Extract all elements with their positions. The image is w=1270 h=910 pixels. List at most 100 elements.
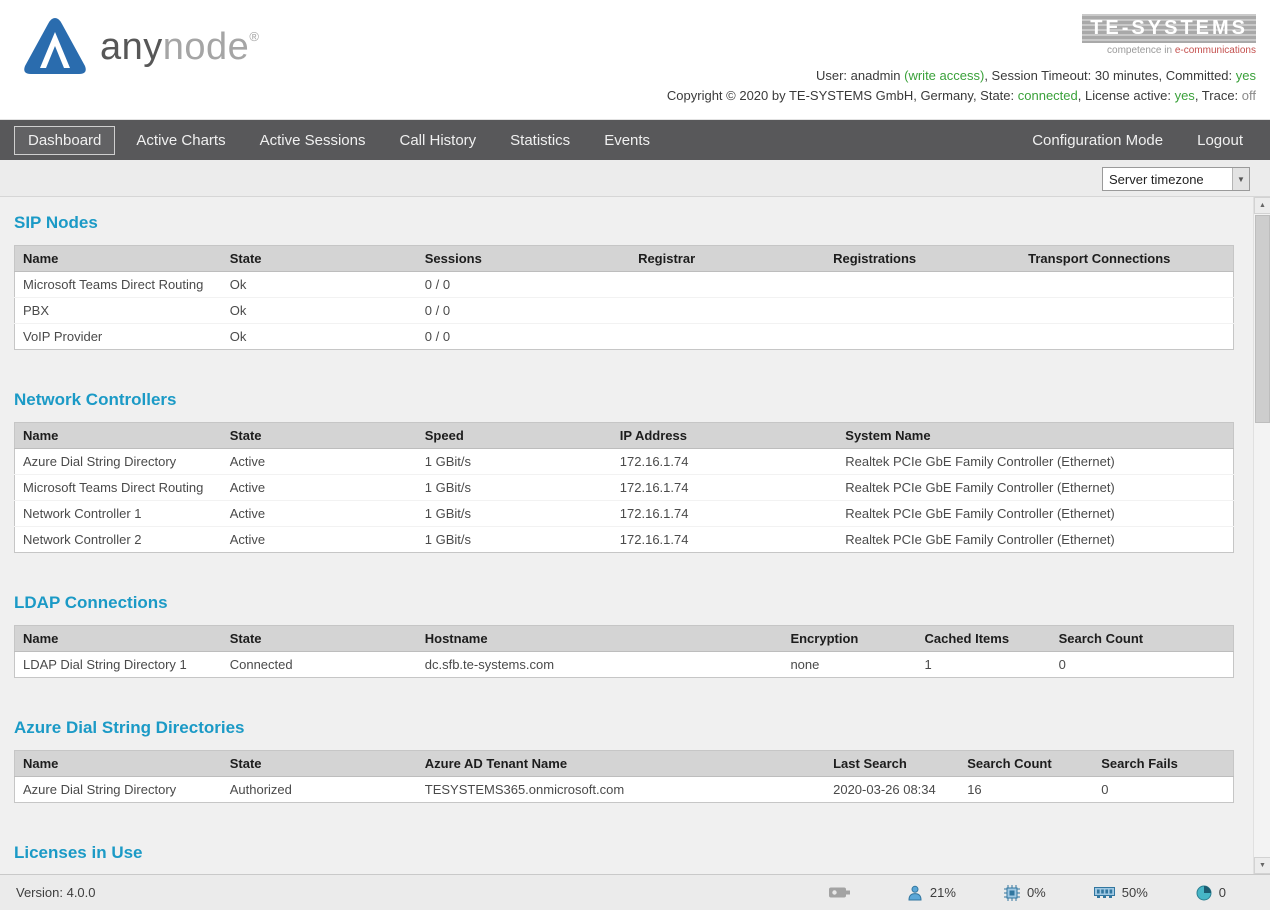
table-cell: Network Controller 2 (23, 532, 142, 547)
state-cell: Active (221, 448, 417, 475)
ldap-connections-table: Name State Hostname Encryption Cached Items S… (14, 625, 1234, 678)
scrollbar-thumb[interactable] (1255, 215, 1270, 423)
table-cell: PBX (14, 297, 222, 324)
table-cell: TESYSTEMS365.onmicrosoft.com (424, 782, 625, 797)
timezone-select[interactable]: Server timezone ▼ (1102, 167, 1250, 191)
scroll-up-arrow-icon[interactable]: ▲ (1254, 197, 1270, 214)
column-header: Name (14, 750, 222, 777)
table-cell: Network Controller 1 (14, 500, 222, 527)
state-cell: Connected (229, 657, 293, 672)
table-cell (630, 324, 825, 350)
column-header: Name (14, 625, 222, 652)
table-row: Network Controller 2 Active 1 GBit/s 172.16… (15, 527, 1234, 553)
table-cell: none (790, 657, 820, 672)
table-row: Microsoft Teams Direct Routing Active 1 GB… (14, 474, 1234, 501)
status-meters: 21% 0% 50% 0 (828, 884, 1254, 901)
table-cell: 172.16.1.74 (619, 532, 689, 547)
table-row: Microsoft Teams Direct Routing Ok 0 / 0 (14, 271, 1234, 298)
table-cell: Realtek PCIe GbE Family Controller (Ethe… (837, 500, 1234, 527)
section-title-azure-directories: Azure Dial String Directories (14, 718, 245, 737)
nav-configuration-mode[interactable]: Configuration Mode (1019, 127, 1176, 154)
table-cell: Realtek PCIe GbE Family Controller (Ethe… (845, 532, 1115, 547)
disk-icon (1196, 885, 1212, 900)
column-header: Name (14, 422, 222, 449)
version-label: Version: 4.0.0 (16, 885, 96, 900)
table-cell: dc.sfb.te-systems.com (424, 657, 555, 672)
brand-node: node (162, 25, 250, 68)
table-cell: 2020-03-26 08:34 (833, 782, 936, 797)
scroll-down-arrow-icon[interactable]: ▼ (1254, 857, 1270, 874)
cpu-icon (1003, 884, 1020, 901)
anynode-wordmark: anynode® (100, 26, 259, 69)
table-row: Network Controller 1 Active 1 GBit/s 172.16… (14, 500, 1234, 527)
table-cell (825, 297, 1021, 324)
session-info-line2: Copyright © 2020 by TE-SYSTEMS GmbH, Ger… (666, 88, 1256, 103)
tab-statistics[interactable]: Statistics (497, 127, 583, 154)
tab-active-sessions[interactable]: Active Sessions (247, 127, 379, 154)
connection-status: connected (1017, 88, 1078, 103)
table-cell (825, 271, 1021, 298)
table-cell: 172.16.1.74 (611, 474, 838, 501)
table-cell: 16 (967, 782, 982, 797)
nav-logout[interactable]: Logout (1184, 127, 1256, 154)
table-cell: LDAP Dial String Directory 1 (23, 657, 187, 672)
sessions-icon (908, 885, 922, 900)
sessions-meter: 21% (907, 885, 956, 901)
memory-value: 50% (1121, 885, 1148, 900)
table-cell: 0 / 0 (424, 329, 451, 344)
state-cell: Ok (221, 297, 417, 324)
table-row: LDAP Dial String Directory 1 Connected dc.… (15, 652, 1234, 678)
section-ldap-connections: LDAP Connections Name State Hostname Encryp… (14, 593, 1234, 678)
column-header: Transport Connections (1020, 245, 1234, 272)
disk-value: 0 (1218, 885, 1226, 900)
column-header: Encryption (782, 625, 917, 652)
write-access-status: (write access) (904, 68, 985, 83)
table-row: Azure Dial String Directory Authorized TES… (15, 777, 1234, 803)
column-header: Search Fails (1093, 750, 1234, 777)
disk-meter: 0 (1196, 885, 1226, 901)
state-cell: Active (221, 474, 417, 501)
section-azure-dial-string-directories: Azure Dial String Directories Name State A… (14, 718, 1234, 803)
chevron-down-icon[interactable]: ▼ (1232, 168, 1249, 190)
column-header: State (221, 245, 417, 272)
state-cell: Active (221, 500, 417, 527)
table-cell: 172.16.1.74 (611, 500, 838, 527)
app-header: anynode® TE-SYSTEMS competence in e-comm… (0, 0, 1270, 120)
tab-events[interactable]: Events (591, 127, 663, 154)
table-cell: Microsoft Teams Direct Routing (14, 271, 222, 298)
sessions-value: 21% (929, 885, 956, 900)
table-row: Azure Dial String Directory Active 1 GBit/… (14, 448, 1234, 475)
table-cell: 0 (1058, 657, 1066, 672)
column-header: IP Address (611, 422, 838, 449)
table-cell: 0 (1101, 782, 1109, 797)
table-row: PBX Ok 0 / 0 (14, 297, 1234, 324)
table-cell: Realtek PCIe GbE Family Controller (Ethe… (837, 448, 1234, 475)
section-title-sip-nodes: SIP Nodes (14, 213, 98, 232)
table-cell: 172.16.1.74 (611, 448, 838, 475)
state-cell: Ok (221, 271, 417, 298)
session-info: User: anadmin (write access), Session Ti… (667, 66, 1256, 106)
table-cell (1020, 271, 1234, 298)
table-row: VoIP Provider Ok 0 / 0 (15, 324, 1234, 350)
te-systems-wordmark: TE-SYSTEMS (1082, 14, 1256, 43)
tab-active-charts[interactable]: Active Charts (123, 127, 238, 154)
table-cell: 1 GBit/s (424, 532, 471, 547)
column-header: System Name (837, 422, 1234, 449)
license-dongle-indicator (828, 886, 859, 899)
section-title-licenses-in-use: Licenses in Use (14, 843, 143, 862)
sub-toolbar: Server timezone ▼ (0, 160, 1270, 197)
section-sip-nodes: SIP Nodes Name State Sessions Registrar Regi… (14, 213, 1234, 350)
section-licenses-in-use: Licenses in Use (14, 843, 1234, 863)
section-network-controllers: Network Controllers Name State Speed IP Add… (14, 390, 1234, 553)
tab-dashboard[interactable]: Dashboard (14, 125, 116, 155)
brand-any: any (100, 25, 163, 68)
column-header: State (221, 750, 417, 777)
tab-call-history[interactable]: Call History (386, 127, 489, 154)
column-header: Speed (416, 422, 612, 449)
cpu-value: 0% (1026, 885, 1046, 900)
table-cell: 1 GBit/s (416, 474, 612, 501)
table-cell (1020, 297, 1234, 324)
table-cell: 1 (924, 657, 932, 672)
vertical-scrollbar[interactable]: ▲ ▼ (1253, 197, 1270, 874)
section-title-ldap-connections: LDAP Connections (14, 593, 168, 612)
